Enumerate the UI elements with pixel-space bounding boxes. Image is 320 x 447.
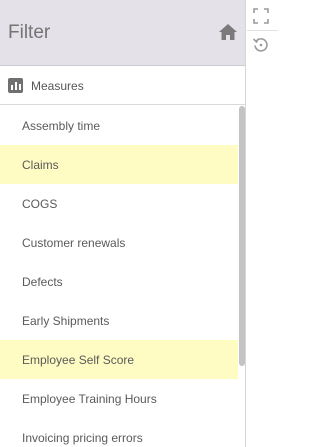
expand-icon [253, 8, 269, 24]
list-item-invoicing-pricing-errors[interactable]: Invoicing pricing errors [0, 418, 238, 447]
filter-title: Filter [8, 21, 51, 43]
home-button[interactable] [216, 21, 240, 43]
list-item-assembly-time[interactable]: Assembly time [0, 106, 238, 145]
filter-panel: Filter Measures Assembly time Claims COG… [0, 0, 246, 447]
expand-button[interactable] [249, 4, 273, 28]
reset-button[interactable] [249, 33, 273, 57]
list-item-employee-self-score[interactable]: Employee Self Score [0, 340, 238, 379]
side-divider [247, 30, 278, 31]
list-item-customer-renewals[interactable]: Customer renewals [0, 223, 238, 262]
filter-header: Filter [0, 0, 245, 66]
list-item-cogs[interactable]: COGS [0, 184, 238, 223]
reset-icon [252, 38, 268, 52]
measures-list: Assembly time Claims COGS Customer renew… [0, 106, 245, 447]
list-item-claims[interactable]: Claims [0, 145, 238, 184]
list-item-employee-training-hours[interactable]: Employee Training Hours [0, 379, 238, 418]
list-item-early-shipments[interactable]: Early Shipments [0, 301, 238, 340]
measures-header[interactable]: Measures [0, 67, 245, 105]
bar-chart-icon [8, 78, 23, 93]
list-item-defects[interactable]: Defects [0, 262, 238, 301]
home-icon [219, 24, 237, 40]
measures-label: Measures [31, 78, 84, 93]
list-scrollbar[interactable] [239, 106, 245, 366]
